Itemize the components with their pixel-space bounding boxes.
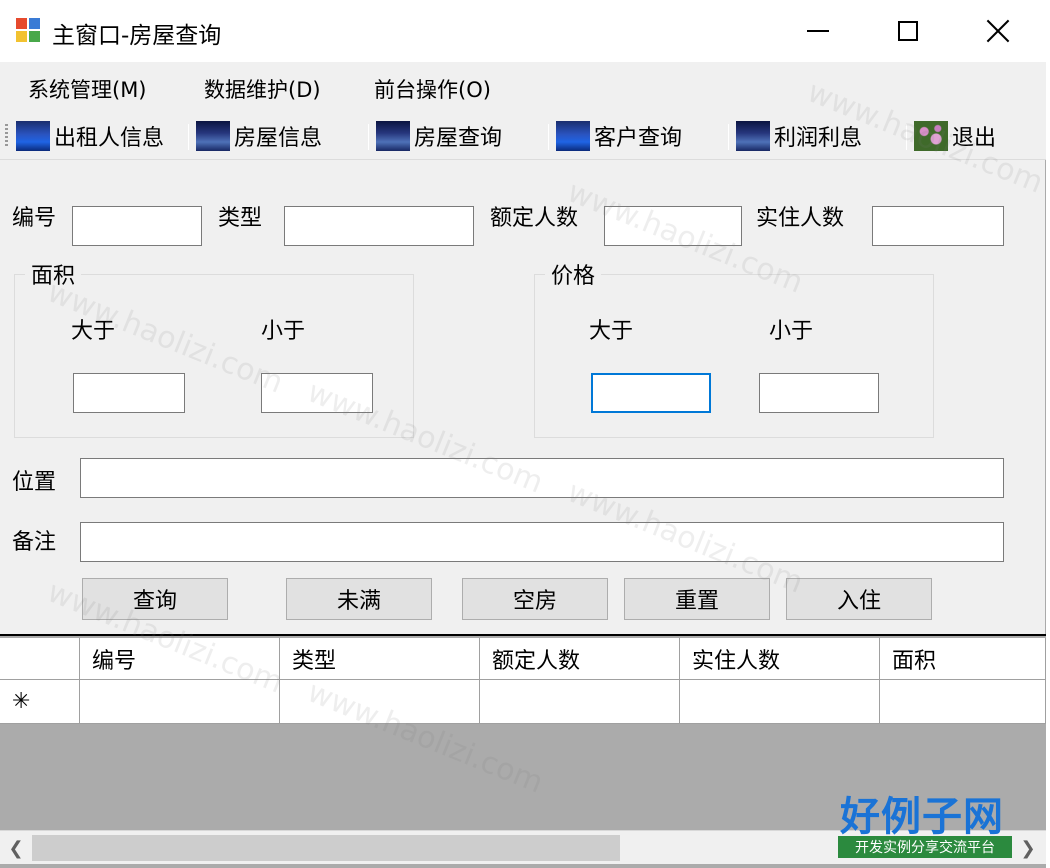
reset-button[interactable]: 重置: [624, 578, 770, 620]
column-header-area[interactable]: 面积: [880, 638, 1046, 680]
menu-system[interactable]: 系统管理(M): [28, 74, 147, 104]
remark-label: 备注: [12, 530, 57, 555]
scroll-left-icon[interactable]: ❮: [4, 836, 28, 860]
remark-input[interactable]: [80, 522, 1004, 562]
type-input[interactable]: [284, 206, 474, 246]
row-header-corner[interactable]: [0, 638, 80, 680]
grid-header: 编号 类型 额定人数 实住人数 面积: [0, 638, 1046, 680]
location-input[interactable]: [80, 458, 1004, 498]
table-cell[interactable]: [280, 680, 480, 724]
column-header-rated-people[interactable]: 额定人数: [480, 638, 680, 680]
blue-ocean-icon: [16, 121, 50, 151]
toolbar-house-info-button[interactable]: 房屋信息: [196, 120, 322, 152]
menu-front-desk[interactable]: 前台操作(O): [374, 74, 491, 104]
maximize-button[interactable]: [862, 0, 954, 62]
toolbar-button-label: 退出: [952, 126, 997, 151]
toolbar-button-label: 出租人信息: [54, 126, 165, 151]
toolbar-customer-query-button[interactable]: 客户查询: [556, 120, 682, 152]
flower-icon: [914, 121, 948, 151]
site-logo-text: 好例子网: [840, 793, 1004, 840]
toolbar-exit-button[interactable]: 退出: [914, 120, 996, 152]
scrollbar-thumb[interactable]: [32, 835, 620, 861]
toolbar-separator: [728, 124, 729, 150]
toolbar: 出租人信息 房屋信息 房屋查询 客户查询 利润利息 退出: [0, 112, 1046, 160]
area-less-label: 小于: [261, 319, 306, 344]
column-header-type[interactable]: 类型: [280, 638, 480, 680]
toolbar-button-label: 房屋信息: [234, 126, 323, 151]
toolbar-separator: [368, 124, 369, 150]
area-group-title: 面积: [25, 258, 82, 290]
price-min-input[interactable]: [591, 373, 711, 413]
actual-people-label: 实住人数: [756, 206, 845, 231]
not-full-button[interactable]: 未满: [286, 578, 432, 620]
maximize-icon: [898, 21, 918, 41]
toolbar-button-label: 客户查询: [594, 126, 683, 151]
id-label: 编号: [12, 206, 57, 231]
toolbar-button-label: 利润利息: [774, 126, 863, 151]
close-button[interactable]: [952, 0, 1044, 62]
toolbar-separator: [188, 124, 189, 150]
checkin-button[interactable]: 入住: [786, 578, 932, 620]
table-cell[interactable]: [880, 680, 1046, 724]
price-less-label: 小于: [769, 319, 814, 344]
empty-room-button[interactable]: 空房: [462, 578, 608, 620]
query-button[interactable]: 查询: [82, 578, 228, 620]
toolbar-separator: [548, 124, 549, 150]
minimize-button[interactable]: [772, 0, 864, 62]
dark-ocean-icon: [736, 121, 770, 151]
toolbar-grip[interactable]: [5, 124, 8, 148]
location-label: 位置: [12, 470, 57, 495]
id-input[interactable]: [72, 206, 202, 246]
menu-bar: 系统管理(M) 数据维护(D) 前台操作(O): [0, 62, 1046, 112]
blue-ocean-icon: [556, 121, 590, 151]
actual-people-input[interactable]: [872, 206, 1004, 246]
dark-ocean-icon: [196, 121, 230, 151]
table-row[interactable]: ✳: [0, 680, 1046, 724]
site-logo: 好例子网 开发实例分享交流平台: [838, 784, 1014, 860]
area-min-input[interactable]: [73, 373, 185, 413]
area-max-input[interactable]: [261, 373, 373, 413]
area-group: 面积 大于 小于: [14, 258, 414, 438]
toolbar-house-query-button[interactable]: 房屋查询: [376, 120, 502, 152]
main-window: 主窗口-房屋查询 系统管理(M) 数据维护(D) 前台操作(O) 出租人信息 房…: [0, 0, 1046, 868]
column-header-actual-people[interactable]: 实住人数: [680, 638, 880, 680]
price-group: 价格 大于 小于: [534, 258, 934, 438]
type-label: 类型: [218, 206, 263, 231]
price-greater-label: 大于: [589, 319, 634, 344]
new-row-marker-icon: ✳: [0, 680, 80, 724]
area-greater-label: 大于: [71, 319, 116, 344]
column-header-id[interactable]: 编号: [80, 638, 280, 680]
rated-people-label: 额定人数: [490, 206, 579, 231]
table-cell[interactable]: [80, 680, 280, 724]
dark-ocean-icon: [376, 121, 410, 151]
toolbar-button-label: 房屋查询: [414, 126, 503, 151]
table-cell[interactable]: [680, 680, 880, 724]
scroll-right-icon[interactable]: ❯: [1016, 836, 1040, 860]
minimize-icon: [807, 30, 829, 32]
rated-people-input[interactable]: [604, 206, 742, 246]
site-logo-subtitle: 开发实例分享交流平台: [838, 836, 1012, 858]
app-icon: [16, 18, 42, 44]
price-max-input[interactable]: [759, 373, 879, 413]
window-title: 主窗口-房屋查询: [52, 23, 222, 49]
price-group-title: 价格: [545, 258, 602, 290]
toolbar-renter-info-button[interactable]: 出租人信息: [16, 120, 164, 152]
toolbar-separator: [906, 124, 907, 150]
table-cell[interactable]: [480, 680, 680, 724]
menu-data-maintenance[interactable]: 数据维护(D): [204, 74, 321, 104]
title-bar: 主窗口-房屋查询: [0, 0, 1046, 62]
toolbar-profit-interest-button[interactable]: 利润利息: [736, 120, 862, 152]
close-icon: [986, 19, 1010, 43]
